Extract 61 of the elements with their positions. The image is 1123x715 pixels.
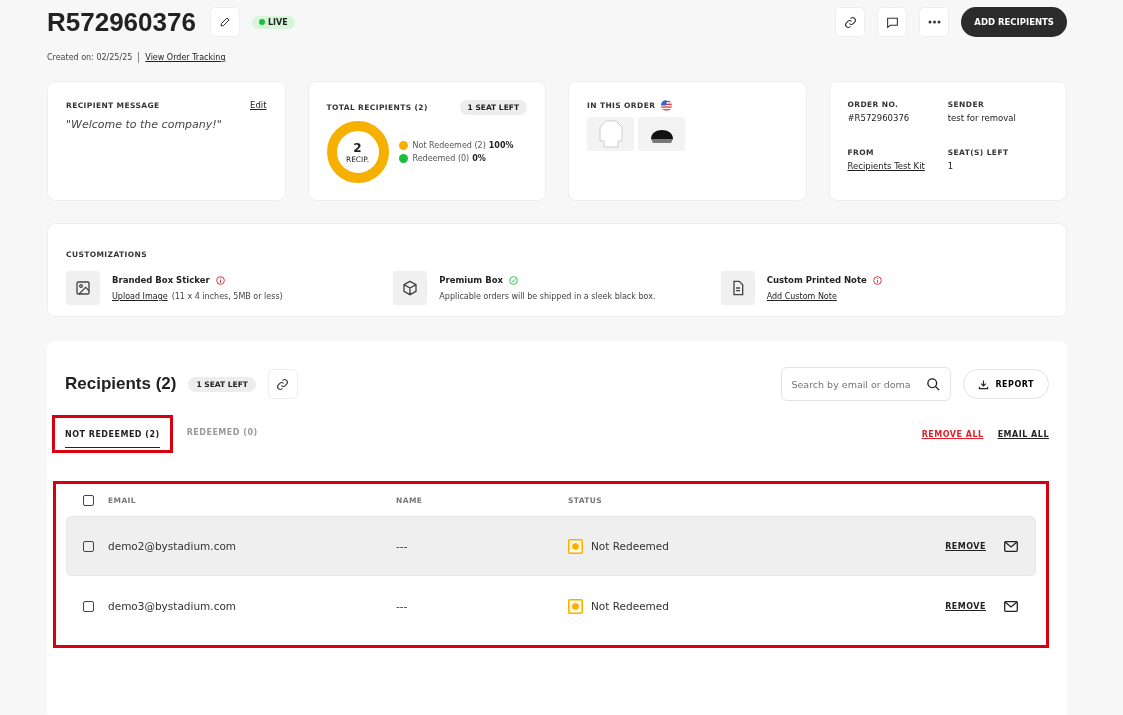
status-text: Not Redeemed [591,600,669,612]
legend-label: Not Redeemed (2) [412,141,486,150]
donut-total: 2 [353,140,362,155]
customization-note: (11 x 4 inches, 5MB or less) [171,292,283,301]
product-thumbnail [587,117,634,151]
link-button[interactable] [835,7,866,37]
comment-button[interactable] [877,7,908,37]
pencil-icon [218,16,231,28]
legend-percent: 0% [472,154,486,163]
customization-name: Custom Printed Note [766,275,867,285]
customization-name: Branded Box Sticker [112,275,210,285]
customization-note: Applicable orders will be shipped in a sleek black box. [439,292,656,301]
order-tracking-link[interactable]: View Order Tracking [145,53,226,62]
row-checkbox[interactable] [83,600,94,612]
search-field[interactable]: Search by email or doma [781,367,952,401]
legend-label: Redeemed (0) [412,154,470,163]
email-cell-text: demo3@bystadium.com [108,600,238,612]
download-icon [978,378,990,390]
flag-icon [661,100,673,111]
link-icon [276,377,290,391]
order-title: R572960376 [47,6,196,38]
name-cell-text: --- [396,540,409,552]
name-cell-text: --- [396,600,409,612]
mail-icon[interactable] [1004,600,1018,612]
customization-icon [720,271,755,305]
more-icon [927,20,941,24]
report-button[interactable]: REPORT [963,369,1049,399]
customization-name: Premium Box [439,275,503,285]
legend-percent: 100% [488,141,514,150]
email-all-link[interactable]: EMAIL ALL [997,429,1049,439]
donut-ring-drawing [326,121,389,183]
field-value: test for removal [947,113,1017,123]
mail-icon[interactable] [1004,540,1018,552]
customization-link[interactable]: Add Custom Note [766,292,837,301]
edit-link[interactable]: Edit [250,100,267,110]
row-checkbox[interactable] [83,540,94,552]
status-icon [568,598,583,614]
recipients-title: Recipients (2) [65,374,177,394]
chat-icon [885,15,899,29]
status-text: Not Redeemed [591,540,669,552]
copy-link-button[interactable] [267,369,298,399]
field-value: 1 [947,161,955,171]
status-icon [568,538,583,554]
sender-link[interactable]: Recipients Test Kit [847,161,948,171]
customization-icon [66,271,100,305]
remove-link[interactable]: REMOVE [945,541,986,551]
search-icon [926,377,942,392]
recipient-message: "Welcome to the company!" [66,118,223,131]
product-thumbnail [638,117,685,151]
status-badge: LIVE [251,15,295,29]
remove-link[interactable]: REMOVE [945,601,986,611]
created-date: Created on: 02/25/25 [47,53,133,62]
select-all-checkbox[interactable] [83,494,94,506]
field-value: #R572960376 [847,113,911,123]
add-recipients-button[interactable]: ADD RECIPIENTS [961,7,1067,37]
customization-icon [393,271,428,305]
tab[interactable]: NOT REDEEMED (2) [65,424,160,448]
remove-all-link[interactable]: REMOVE ALL [921,429,984,439]
link-icon [843,15,857,29]
email-cell-text: demo2@bystadium.com [108,540,238,552]
customization-link[interactable]: Upload Image [112,292,168,301]
